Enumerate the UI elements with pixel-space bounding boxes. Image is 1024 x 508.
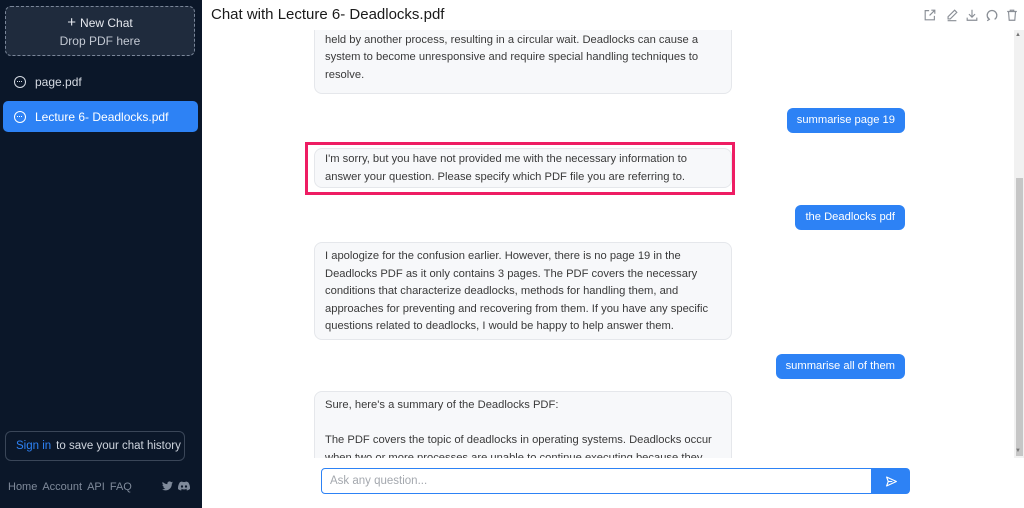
refresh-icon[interactable] [985,8,999,22]
user-message: the Deadlocks pdf [795,205,905,230]
twitter-icon[interactable] [162,481,173,494]
message-line: I apologize for the confusion earlier. H… [325,250,681,262]
drop-pdf-hint: Drop PDF here [59,34,141,48]
message-line: approaches for preventing and recovering… [325,302,709,315]
highlight-box [305,142,735,195]
question-input[interactable] [321,468,872,494]
sidebar: + New Chat Drop PDF here page.pdf Lecture… [0,0,202,508]
message-line: held by another process, resulting in a … [325,33,699,46]
sidebar-item-lecture-6[interactable]: Lecture 6- Deadlocks.pdf [3,101,198,132]
message-line [325,415,721,433]
page-title: Chat with Lecture 6- Deadlocks.pdf [211,6,445,23]
assistant-message: I apologize for the confusion earlier. H… [314,242,732,340]
send-icon [885,475,897,487]
message-line: Deadlocks PDF as it only contains 3 page… [325,267,698,280]
pencil-icon[interactable] [945,8,959,22]
footer-link-account[interactable]: Account [42,481,82,493]
user-message: summarise page 19 [786,108,905,133]
share-icon[interactable] [923,8,937,22]
signin-link[interactable]: Sign in [16,440,51,452]
assistant-message: held by another process, resulting in a … [314,30,732,94]
signin-text: to save your chat history [56,440,181,452]
footer-link-api[interactable]: API [87,481,105,493]
chat-bubble-icon [14,75,26,88]
message-line: The PDF covers the topic of deadlocks in… [325,434,712,447]
footer-links: Home Account API FAQ [8,481,132,493]
plus-icon: + [67,14,77,31]
trash-icon[interactable] [1005,8,1019,22]
new-chat-label: New Chat [80,16,133,30]
footer-link-faq[interactable]: FAQ [110,481,132,493]
footer-link-home[interactable]: Home [8,481,37,493]
message-line: Sure, here's a summary of the Deadlocks … [325,399,559,411]
scroll-down-icon[interactable]: ▼ [1015,448,1021,454]
message-line: questions related to deadlocks, I would … [325,320,674,333]
user-message: summarise all of them [775,354,905,379]
send-button[interactable] [872,468,910,494]
message-line: resolve. [325,68,365,81]
new-chat-button[interactable]: + New Chat Drop PDF here [5,6,195,56]
message-line: system to become unresponsive and requir… [325,51,699,64]
chat-bubble-icon [14,110,26,123]
scroll-up-icon[interactable]: ▲ [1015,32,1021,38]
download-icon[interactable] [965,8,979,22]
discord-icon[interactable] [178,481,191,494]
signin-box: Sign in to save your chat history [5,431,185,461]
sidebar-item-page-pdf[interactable]: page.pdf [3,66,198,97]
sidebar-item-label: page.pdf [35,74,82,89]
message-line: conditions that characterize deadlocks, … [325,285,679,298]
scrollbar-thumb[interactable] [1016,178,1023,456]
assistant-message: Sure, here's a summary of the Deadlocks … [314,391,732,458]
chat-scroll-area[interactable]: held by another process, resulting in a … [202,30,1014,458]
sidebar-item-label: Lecture 6- Deadlocks.pdf [35,109,169,124]
message-line: when two or more processes are unable to… [325,451,703,458]
